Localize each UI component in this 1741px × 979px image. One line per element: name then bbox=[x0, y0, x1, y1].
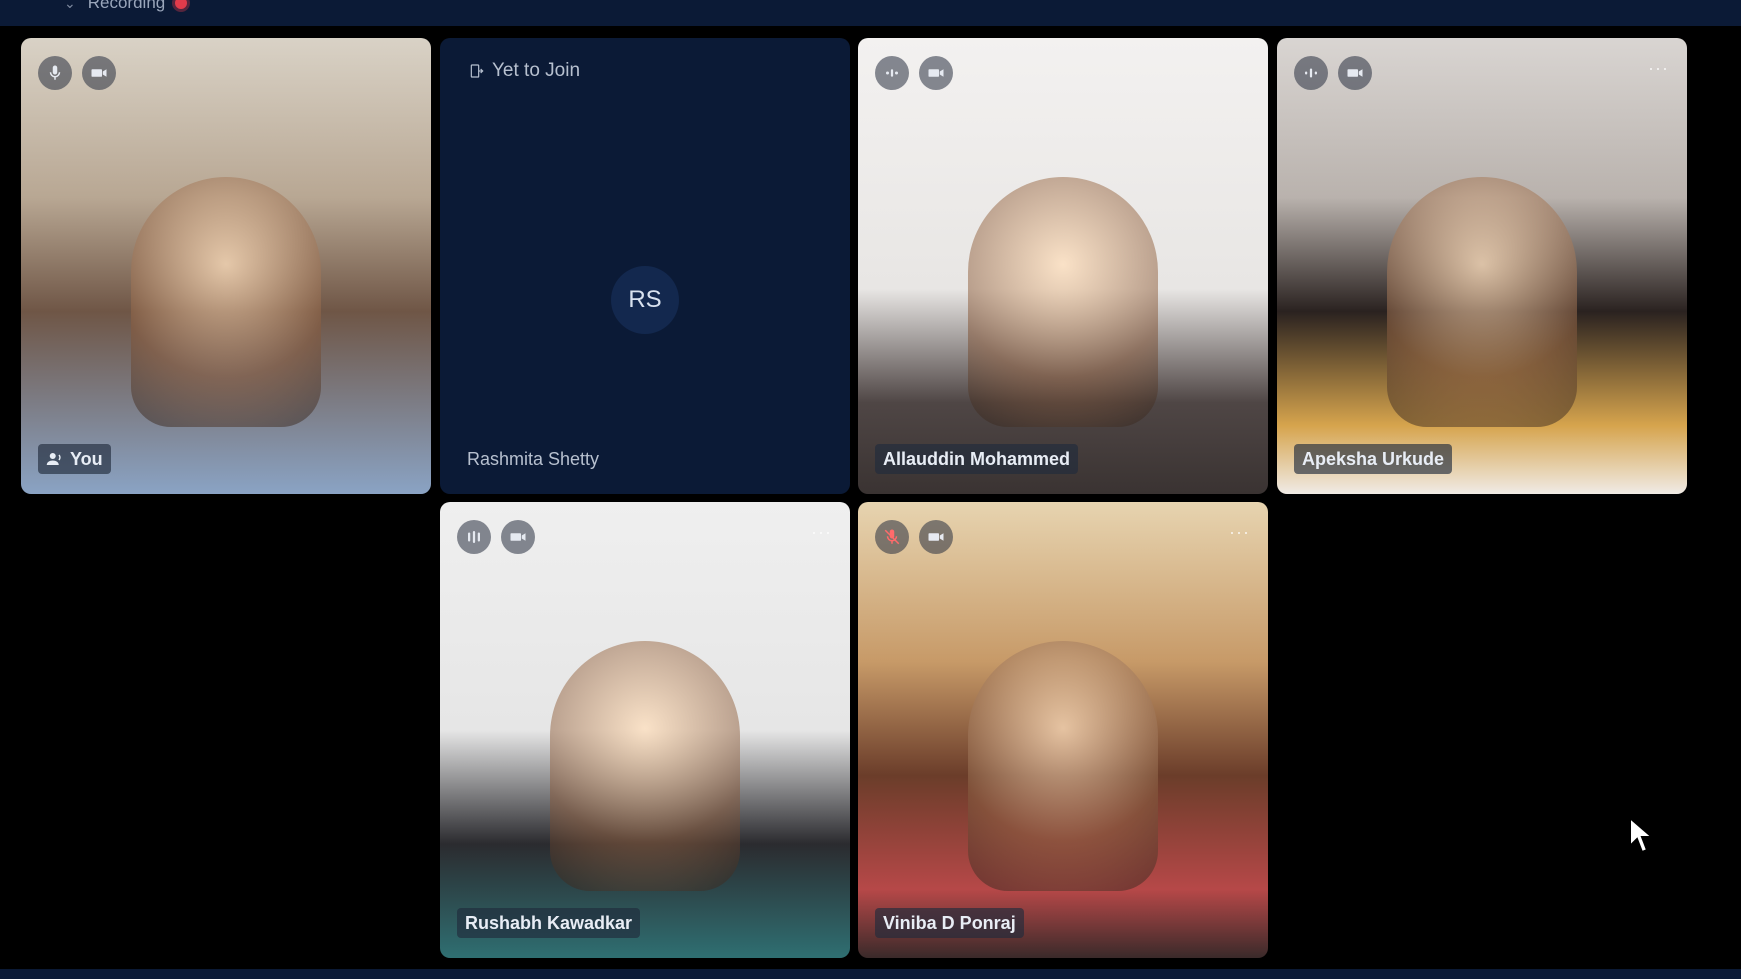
mic-icon[interactable] bbox=[38, 56, 72, 90]
camera-icon[interactable] bbox=[1338, 56, 1372, 90]
bottom-bar bbox=[0, 969, 1741, 979]
participant-tile-rashmita-shetty[interactable]: Yet to Join RS Rashmita Shetty bbox=[440, 38, 850, 494]
more-options-icon[interactable]: ··· bbox=[1229, 522, 1250, 543]
audio-level-icon[interactable] bbox=[875, 56, 909, 90]
door-exit-icon bbox=[470, 64, 484, 78]
camera-icon[interactable] bbox=[919, 56, 953, 90]
tile-controls bbox=[875, 520, 953, 554]
camera-icon[interactable] bbox=[501, 520, 535, 554]
participant-name-label: Viniba D Ponraj bbox=[875, 908, 1024, 938]
participant-grid: You Yet to Join RS Rashmita Shetty Allau… bbox=[0, 0, 1741, 979]
tile-controls bbox=[875, 56, 953, 90]
yet-to-join-status: Yet to Join bbox=[468, 60, 580, 82]
more-options-icon[interactable]: ··· bbox=[811, 522, 832, 543]
tile-controls bbox=[457, 520, 535, 554]
participant-tile-viniba-d-ponraj[interactable]: ··· Viniba D Ponraj bbox=[858, 502, 1268, 958]
camera-icon[interactable] bbox=[919, 520, 953, 554]
video-feed bbox=[968, 641, 1158, 892]
camera-icon[interactable] bbox=[82, 56, 116, 90]
avatar: RS bbox=[611, 266, 679, 334]
mic-muted-icon[interactable] bbox=[875, 520, 909, 554]
video-feed bbox=[131, 177, 321, 428]
participant-tile-apeksha-urkude[interactable]: ··· Apeksha Urkude bbox=[1277, 38, 1687, 494]
video-feed bbox=[1387, 177, 1577, 428]
tile-controls bbox=[38, 56, 116, 90]
video-feed bbox=[968, 177, 1158, 428]
participant-tile-allauddin-mohammed[interactable]: Allauddin Mohammed bbox=[858, 38, 1268, 494]
more-options-icon[interactable]: ··· bbox=[1648, 58, 1669, 79]
participant-name-label: Rushabh Kawadkar bbox=[457, 908, 641, 938]
participant-name-label: Allauddin Mohammed bbox=[875, 444, 1079, 474]
mouse-cursor-icon bbox=[1629, 816, 1655, 854]
participant-name-label: You bbox=[38, 444, 111, 474]
participant-name-label: Rashmita Shetty bbox=[467, 448, 600, 469]
audio-level-icon[interactable] bbox=[457, 520, 491, 554]
participant-name-label: Apeksha Urkude bbox=[1294, 444, 1453, 474]
video-feed bbox=[550, 641, 740, 892]
participant-tile-you[interactable]: You bbox=[21, 38, 431, 494]
tile-controls bbox=[1294, 56, 1372, 90]
audio-level-icon[interactable] bbox=[1294, 56, 1328, 90]
speaking-user-icon bbox=[46, 453, 61, 465]
participant-tile-rushabh-kawadkar[interactable]: ··· Rushabh Kawadkar bbox=[440, 502, 850, 958]
